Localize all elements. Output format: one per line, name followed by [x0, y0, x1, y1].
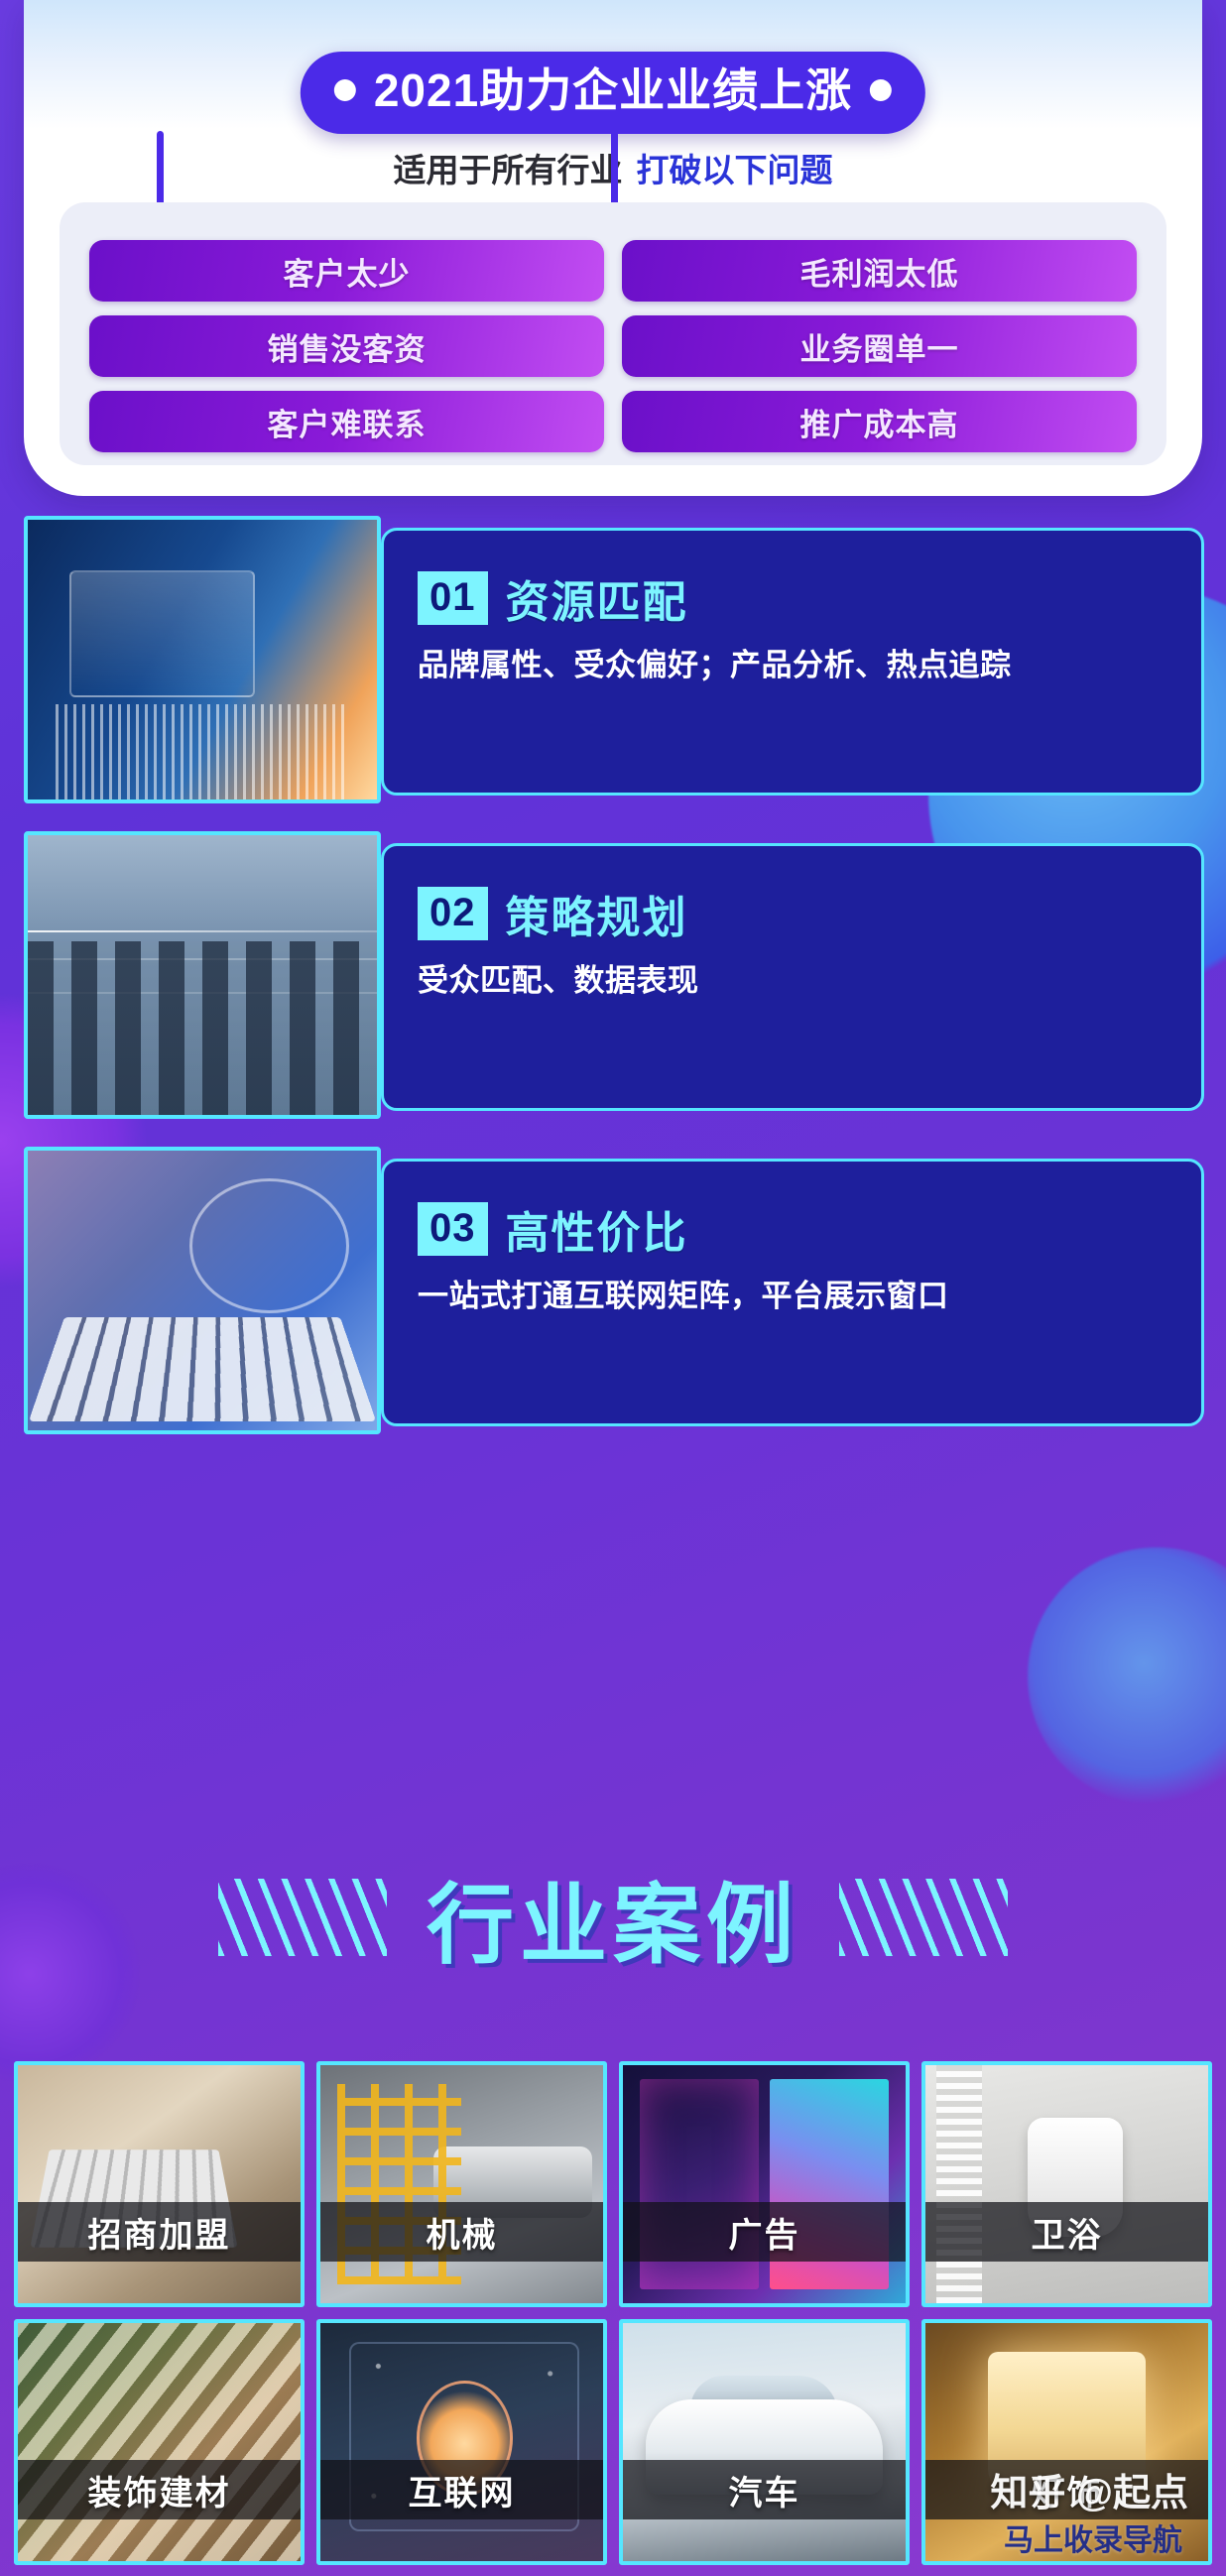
- feature-card: 01 资源匹配 品牌属性、受众偏好；产品分析、热点追踪: [0, 516, 1226, 813]
- bullet-dot-left-icon: [334, 79, 356, 101]
- industry-tile[interactable]: 装饰建材: [14, 2319, 305, 2565]
- industry-tile-label: 招商加盟: [18, 2202, 301, 2262]
- feature-card: 02 策略规划 受众匹配、数据表现: [0, 831, 1226, 1129]
- feature-body: 02 策略规划 受众匹配、数据表现: [381, 843, 1204, 1111]
- bullet-dot-right-icon: [870, 79, 892, 101]
- feature-title: 策略规划: [506, 882, 688, 945]
- bathroom-toilet-icon: [925, 2065, 1208, 2303]
- feature-number-badge: 02: [418, 887, 488, 940]
- industry-case-grid: 招商加盟 机械 广告 卫浴 装饰建材 互联网 汽车 灯饰: [14, 2061, 1212, 2565]
- smart-home-network-icon: [320, 2323, 603, 2561]
- hero-subtitle-accent: 打破以下问题: [637, 152, 833, 188]
- hero-title-ribbon: 2021助力企业业绩上涨: [301, 52, 925, 134]
- cases-section-title: 行业案例: [427, 1855, 799, 1981]
- white-car-icon: [623, 2323, 906, 2561]
- industry-tile-label: 汽车: [623, 2460, 906, 2519]
- industry-tile-label: 机械: [320, 2202, 603, 2262]
- feature-heading: 01 资源匹配: [418, 566, 1173, 630]
- problem-pill-grid: 客户太少 毛利润太低 销售没客资 业务圈单一 客户难联系 推广成本高: [89, 240, 1137, 452]
- building-materials-icon: [18, 2323, 301, 2561]
- problem-pill[interactable]: 客户太少: [89, 240, 604, 302]
- industry-tile[interactable]: 机械: [316, 2061, 607, 2307]
- hands-on-laptop-icon: [28, 1151, 377, 1430]
- feature-description: 品牌属性、受众偏好；产品分析、热点追踪: [418, 644, 1159, 687]
- cases-section-header: 行业案例: [0, 1843, 1226, 1992]
- city-skyline-chart-icon: [28, 835, 377, 1115]
- feature-number-badge: 01: [418, 571, 488, 625]
- problem-pill[interactable]: 销售没客资: [89, 315, 604, 377]
- industry-tile[interactable]: 广告: [619, 2061, 910, 2307]
- feature-description: 受众匹配、数据表现: [418, 959, 1159, 1003]
- problem-pill[interactable]: 毛利润太低: [622, 240, 1137, 302]
- industry-tile-label: 互联网: [320, 2460, 603, 2519]
- industry-tile-label: 灯饰: [925, 2460, 1208, 2519]
- feature-body: 01 资源匹配 品牌属性、受众偏好；产品分析、热点追踪: [381, 528, 1204, 796]
- feature-title: 高性价比: [506, 1197, 688, 1261]
- feature-thumbnail: [24, 831, 381, 1119]
- feature-heading: 02 策略规划: [418, 882, 1173, 945]
- problem-panel: 客户太少 毛利润太低 销售没客资 业务圈单一 客户难联系 推广成本高: [60, 202, 1166, 465]
- features-section: 01 资源匹配 品牌属性、受众偏好；产品分析、热点追踪 02 策略规划 受众匹配…: [0, 516, 1226, 1462]
- industrial-machinery-icon: [320, 2065, 603, 2303]
- feature-heading: 03 高性价比: [418, 1197, 1173, 1261]
- music-party-posters-icon: [623, 2065, 906, 2303]
- hash-marks-left-icon: [218, 1879, 387, 1956]
- problem-pill[interactable]: 客户难联系: [89, 391, 604, 452]
- industry-tile[interactable]: 招商加盟: [14, 2061, 305, 2307]
- feature-body: 03 高性价比 一站式打通互联网矩阵，平台展示窗口: [381, 1159, 1204, 1426]
- industry-tile-label: 装饰建材: [18, 2460, 301, 2519]
- industry-tile[interactable]: 汽车: [619, 2319, 910, 2565]
- hash-marks-right-icon: [839, 1879, 1008, 1956]
- industry-tile[interactable]: 互联网: [316, 2319, 607, 2565]
- industry-tile[interactable]: 卫浴: [921, 2061, 1212, 2307]
- lamp-lighting-icon: [925, 2323, 1208, 2561]
- industry-tile-label: 广告: [623, 2202, 906, 2262]
- hero-subtitle-normal: 适用于所有行业: [394, 152, 623, 188]
- page-title: 2021助力企业业绩上涨: [374, 65, 852, 116]
- data-dashboard-laptop-icon: [28, 520, 377, 799]
- decorative-blob-cyan-lower-right: [1028, 1547, 1226, 1805]
- feature-card: 03 高性价比 一站式打通互联网矩阵，平台展示窗口: [0, 1147, 1226, 1444]
- feature-title: 资源匹配: [506, 566, 688, 630]
- typing-on-laptop-icon: [18, 2065, 301, 2303]
- problem-pill[interactable]: 业务圈单一: [622, 315, 1137, 377]
- industry-tile-label: 卫浴: [925, 2202, 1208, 2262]
- feature-description: 一站式打通互联网矩阵，平台展示窗口: [418, 1275, 1159, 1318]
- feature-thumbnail: [24, 516, 381, 803]
- feature-number-badge: 03: [418, 1202, 488, 1256]
- problem-pill[interactable]: 推广成本高: [622, 391, 1137, 452]
- industry-tile[interactable]: 灯饰: [921, 2319, 1212, 2565]
- hero-section: 2021助力企业业绩上涨 适用于所有行业 打破以下问题 客户太少 毛利润太低 销售…: [24, 0, 1202, 496]
- feature-thumbnail: [24, 1147, 381, 1434]
